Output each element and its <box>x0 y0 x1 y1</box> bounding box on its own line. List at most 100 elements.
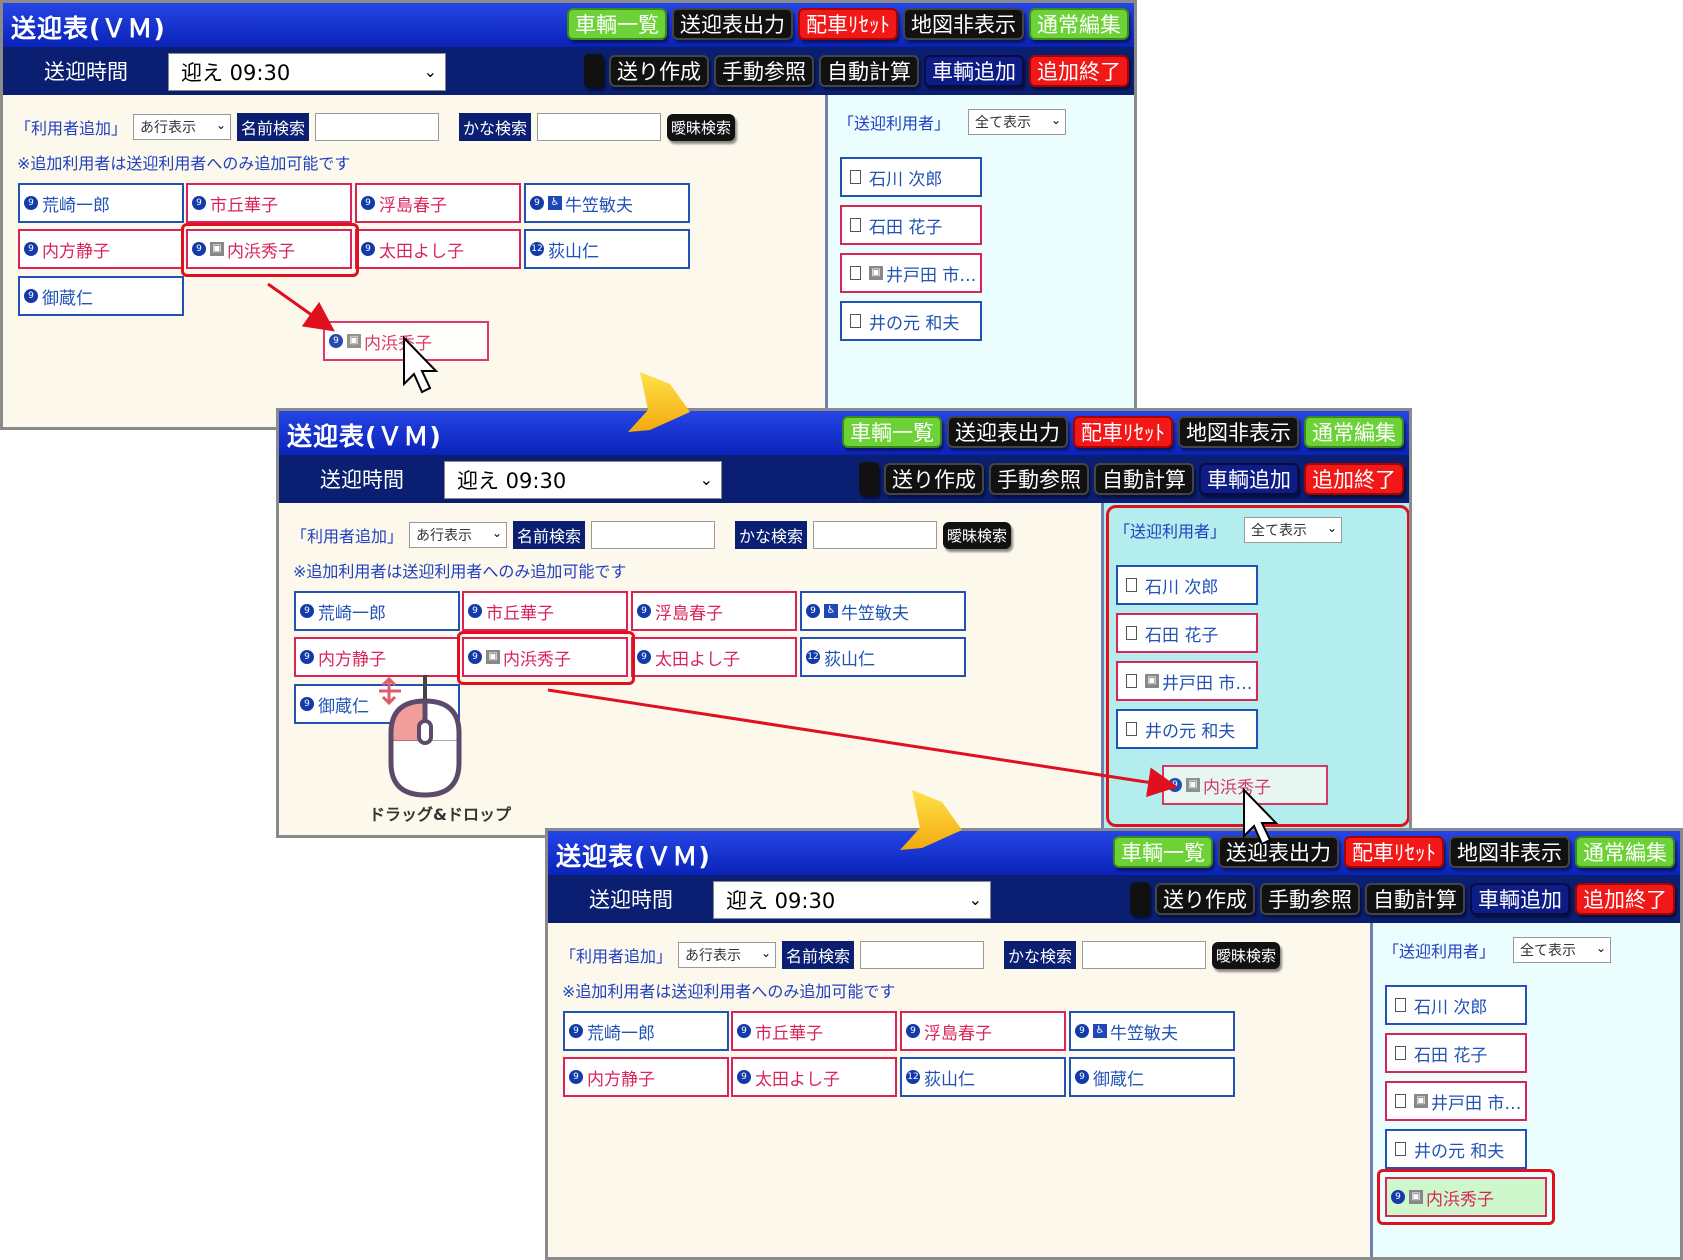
number-badge-icon: 9 <box>300 604 314 618</box>
passenger-card-idota[interactable]: ▣ 井戸田 市… <box>840 253 982 293</box>
reset-button[interactable]: 配車ﾘｾｯﾄ <box>1344 836 1444 868</box>
user-card-ogiyama[interactable]: 12 荻山仁 <box>524 229 690 269</box>
passenger-card-ishida[interactable]: 石田 花子 <box>1385 1033 1527 1073</box>
add-note: ※追加利用者は送迎利用者へのみ追加可能です <box>293 562 627 581</box>
end-add-button[interactable]: 追加終了 <box>1304 463 1404 495</box>
map-hide-button[interactable]: 地図非表示 <box>903 8 1024 40</box>
user-card-ukishima[interactable]: 9 浮島春子 <box>900 1011 1066 1051</box>
user-card-uchikata[interactable]: 9 内方静子 <box>563 1057 729 1097</box>
user-card-ukishima[interactable]: 9 浮島春子 <box>631 591 797 631</box>
passenger-panel: 「送迎利用者」 全て表示 ⌄ 石川 次郎 石田 花子 ▣ 井戸田 市… 井の元 和夫… <box>1373 923 1680 1257</box>
normal-edit-button[interactable]: 通常編集 <box>1575 836 1675 868</box>
kana-search-input[interactable] <box>1082 941 1207 969</box>
user-card-ichioka[interactable]: 9 市丘華子 <box>186 183 352 223</box>
manual-ref-button[interactable]: 手動参照 <box>989 463 1089 495</box>
vehicle-list-button[interactable]: 車輌一覧 <box>842 416 942 448</box>
add-vehicle-button[interactable]: 車輌追加 <box>924 55 1024 87</box>
number-badge-icon: 9 <box>300 697 314 711</box>
user-add-label: 「利用者追加」 <box>291 527 404 546</box>
passenger-card-ishikawa[interactable]: 石川 次郎 <box>1385 985 1527 1025</box>
output-button[interactable]: 送迎表出力 <box>1218 836 1339 868</box>
kana-search-input[interactable] <box>813 521 938 549</box>
end-add-button[interactable]: 追加終了 <box>1029 55 1129 87</box>
passenger-card-ishida[interactable]: 石田 花子 <box>840 205 982 245</box>
user-card-uchikata[interactable]: 9 内方静子 <box>18 229 184 269</box>
manual-ref-button[interactable]: 手動参照 <box>1260 883 1360 915</box>
number-badge-icon: 12 <box>530 242 544 256</box>
add-vehicle-button[interactable]: 車輌追加 <box>1199 463 1299 495</box>
fuzzy-search-button[interactable]: 曖昧検索 <box>943 521 1012 549</box>
row-filter-select[interactable]: あ行表示 ⌄ <box>409 522 508 548</box>
user-card-arasaki[interactable]: 9 荒崎一郎 <box>18 183 184 223</box>
user-card-ushigasa[interactable]: 9 ♿ 牛笠敏夫 <box>800 591 966 631</box>
number-badge-icon: 9 <box>737 1024 751 1038</box>
user-card-ushigasa[interactable]: 9 ♿ 牛笠敏夫 <box>524 183 690 223</box>
user-card-arasaki[interactable]: 9 荒崎一郎 <box>563 1011 729 1051</box>
manual-ref-button[interactable]: 手動参照 <box>714 55 814 87</box>
fuzzy-search-button[interactable]: 曖昧検索 <box>667 113 736 141</box>
title-bar: 送迎表(ＶＭ) 車輌一覧 送迎表出力 配車ﾘｾｯﾄ 地図非表示 通常編集 <box>3 3 1134 47</box>
toggle-pill[interactable] <box>1130 882 1150 916</box>
vehicle-list-button[interactable]: 車輌一覧 <box>1113 836 1213 868</box>
reset-button[interactable]: 配車ﾘｾｯﾄ <box>798 8 898 40</box>
normal-edit-button[interactable]: 通常編集 <box>1304 416 1404 448</box>
user-card-mikura[interactable]: 9 御蔵仁 <box>18 276 184 316</box>
row-filter-select[interactable]: あ行表示 ⌄ <box>133 114 232 140</box>
reset-button[interactable]: 配車ﾘｾｯﾄ <box>1073 416 1173 448</box>
toggle-pill[interactable] <box>584 54 604 88</box>
auto-calc-button[interactable]: 自動計算 <box>1365 883 1465 915</box>
normal-edit-button[interactable]: 通常編集 <box>1029 8 1129 40</box>
passenger-card-inomoto[interactable]: 井の元 和夫 <box>840 301 982 341</box>
passenger-card-idota[interactable]: ▣ 井戸田 市… <box>1385 1081 1527 1121</box>
auto-calc-button[interactable]: 自動計算 <box>819 55 919 87</box>
seat-icon: ▣ <box>869 266 883 280</box>
time-select[interactable]: 迎え 09:30 ⌄ <box>713 881 991 919</box>
auto-calc-button[interactable]: 自動計算 <box>1094 463 1194 495</box>
send-create-button[interactable]: 送り作成 <box>1155 883 1255 915</box>
user-card-ota[interactable]: 9 太田よし子 <box>355 229 521 269</box>
user-card-ushigasa[interactable]: 9 ♿ 牛笠敏夫 <box>1069 1011 1235 1051</box>
name-search-label: 名前検索 <box>237 113 310 141</box>
map-hide-button[interactable]: 地図非表示 <box>1178 416 1299 448</box>
chevron-down-icon: ⌄ <box>215 118 227 132</box>
document-icon <box>850 218 861 232</box>
seat-icon: ▣ <box>347 334 361 348</box>
chevron-down-icon: ⌄ <box>423 62 437 81</box>
row-filter-select[interactable]: あ行表示 ⌄ <box>678 942 777 968</box>
output-button[interactable]: 送迎表出力 <box>947 416 1068 448</box>
send-create-button[interactable]: 送り作成 <box>884 463 984 495</box>
output-button[interactable]: 送迎表出力 <box>672 8 793 40</box>
user-card-ota[interactable]: 9 太田よし子 <box>731 1057 897 1097</box>
user-card-mikura[interactable]: 9 御蔵仁 <box>1069 1057 1235 1097</box>
add-note: ※追加利用者は送迎利用者へのみ追加可能です <box>562 982 896 1001</box>
time-select[interactable]: 迎え 09:30 ⌄ <box>168 53 446 91</box>
number-badge-icon: 9 <box>569 1070 583 1084</box>
toggle-pill[interactable] <box>859 462 879 496</box>
name-search-input[interactable] <box>860 941 985 969</box>
name-search-input[interactable] <box>315 113 440 141</box>
dragging-card-uchihama[interactable]: 9 ▣ 内浜秀子 <box>323 321 489 361</box>
map-hide-button[interactable]: 地図非表示 <box>1449 836 1570 868</box>
passenger-card-inomoto[interactable]: 井の元 和夫 <box>1385 1129 1527 1169</box>
user-card-ota[interactable]: 9 太田よし子 <box>631 637 797 677</box>
document-icon <box>850 314 861 328</box>
passenger-filter-select[interactable]: 全て表示 ⌄ <box>1513 937 1612 963</box>
time-select[interactable]: 迎え 09:30 ⌄ <box>444 461 722 499</box>
user-card-ogiyama[interactable]: 12 荻山仁 <box>900 1057 1066 1097</box>
user-card-ichioka[interactable]: 9 市丘華子 <box>462 591 628 631</box>
kana-search-input[interactable] <box>537 113 662 141</box>
user-card-ukishima[interactable]: 9 浮島春子 <box>355 183 521 223</box>
vehicle-list-button[interactable]: 車輌一覧 <box>567 8 667 40</box>
passenger-filter-select[interactable]: 全て表示 ⌄ <box>968 109 1067 135</box>
add-vehicle-button[interactable]: 車輌追加 <box>1470 883 1570 915</box>
name-search-input[interactable] <box>591 521 716 549</box>
passenger-card-ishikawa[interactable]: 石川 次郎 <box>840 157 982 197</box>
user-card-ichioka[interactable]: 9 市丘華子 <box>731 1011 897 1051</box>
chevron-down-icon: ⌄ <box>1595 941 1607 955</box>
chevron-down-icon: ⌄ <box>1050 113 1062 127</box>
user-card-ogiyama[interactable]: 12 荻山仁 <box>800 637 966 677</box>
send-create-button[interactable]: 送り作成 <box>609 55 709 87</box>
end-add-button[interactable]: 追加終了 <box>1575 883 1675 915</box>
fuzzy-search-button[interactable]: 曖昧検索 <box>1212 941 1281 969</box>
user-card-arasaki[interactable]: 9 荒崎一郎 <box>294 591 460 631</box>
